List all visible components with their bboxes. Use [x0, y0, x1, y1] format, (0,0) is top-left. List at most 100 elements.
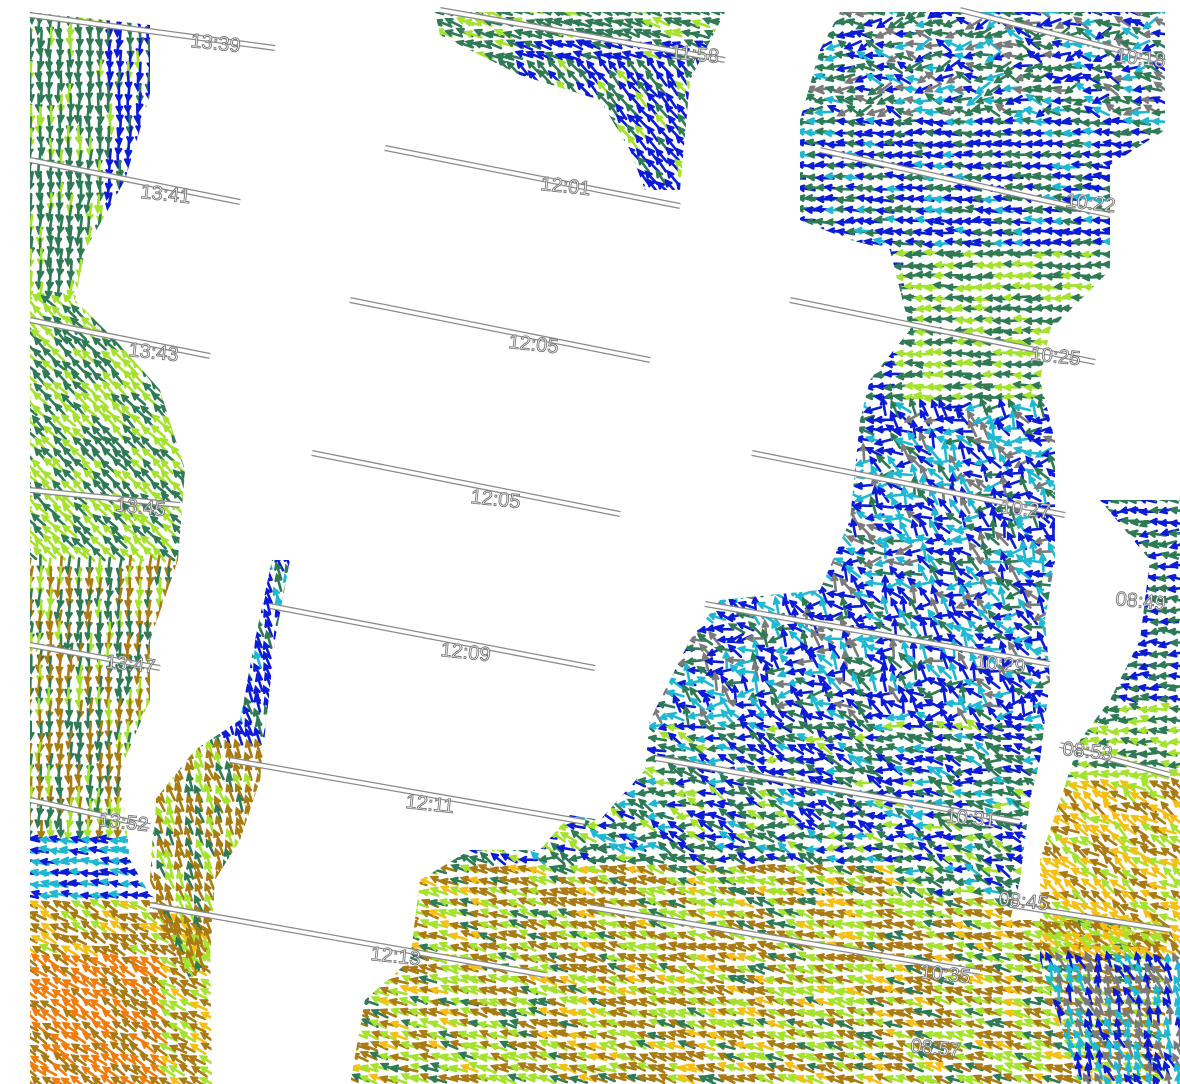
wind-arrow: [766, 30, 784, 41]
wind-arrow: [516, 114, 530, 130]
wind-arrow: [282, 806, 290, 825]
wind-arrow: [391, 17, 408, 30]
wind-arrow: [175, 566, 184, 587]
wind-arrow: [183, 114, 192, 135]
wind-arrow: [577, 134, 591, 151]
wind-arrow: [204, 83, 212, 104]
wind-arrow: [786, 15, 803, 29]
wind-arrow: [574, 115, 589, 130]
wind-arrow: [438, 205, 459, 214]
wind-arrow: [469, 205, 490, 214]
wind-arrow: [173, 588, 182, 609]
wind-arrow: [438, 61, 458, 71]
wind-arrow: [1140, 261, 1160, 269]
wind-arrow: [378, 30, 397, 40]
wind-arrow: [1121, 195, 1142, 203]
wind-arrow: [774, 74, 795, 83]
wind-arrow: [694, 261, 715, 270]
wind-arrow: [725, 129, 746, 137]
wind-arrow: [766, 129, 786, 137]
wind-arrow: [676, 251, 697, 259]
wind-arrow: [784, 84, 803, 95]
wind-arrow: [765, 194, 786, 203]
wind-arrow: [716, 19, 736, 28]
wind-arrow: [200, 304, 212, 318]
wind-arrow: [243, 574, 252, 594]
wind-arrow: [496, 181, 512, 190]
wind-arrow: [460, 50, 478, 61]
wind-arrow: [126, 837, 147, 845]
wind-arrow: [516, 216, 537, 224]
wind-arrow: [194, 236, 203, 257]
wind-arrow: [368, 217, 389, 226]
wind-arrow: [368, 249, 389, 258]
wind-arrow: [282, 969, 290, 980]
wind-arrow: [408, 161, 429, 169]
wind-arrow: [166, 660, 175, 681]
wind-arrow: [282, 629, 290, 649]
wind-arrow: [183, 699, 192, 720]
wind-arrow: [1130, 141, 1151, 149]
wind-arrow: [174, 606, 185, 625]
wind-arrow: [143, 753, 151, 774]
wind-arrow: [576, 217, 597, 226]
wind-arrow: [607, 173, 628, 182]
wind-arrow: [155, 628, 166, 647]
wind-arrow: [744, 140, 765, 148]
wind-arrow: [369, 18, 388, 28]
wind-arrow: [361, 30, 380, 40]
wind-arrow: [180, 491, 196, 506]
wind-arrow: [1100, 260, 1122, 269]
wind-arrow: [174, 61, 183, 82]
wind-arrow: [735, 240, 756, 249]
wind-arrow: [685, 94, 705, 104]
wind-arrow: [715, 124, 725, 141]
wind-arrow: [227, 544, 233, 559]
wind-arrow: [172, 315, 186, 332]
wind-arrow: [234, 560, 244, 561]
wind-arrow: [547, 136, 562, 153]
wind-arrow: [418, 40, 438, 50]
wind-arrow: [234, 838, 244, 857]
wind-arrow: [214, 814, 224, 835]
wind-arrow: [195, 573, 206, 592]
wind-arrow: [184, 125, 193, 146]
wind-arrow: [189, 460, 206, 474]
wind-arrow: [736, 63, 754, 74]
wind-arrow: [517, 204, 537, 213]
wind-arrow: [1150, 108, 1165, 117]
wind-arrow: [447, 184, 468, 193]
wind-arrow: [774, 217, 795, 226]
wind-arrow: [204, 158, 212, 179]
wind-arrow: [635, 205, 656, 214]
wind-arrow: [430, 40, 450, 50]
wind-arrow: [703, 180, 719, 190]
wind-arrow: [151, 325, 166, 342]
wind-arrow: [154, 247, 163, 267]
wind-arrow: [178, 393, 195, 407]
wind-arrow: [125, 764, 134, 784]
wind-arrow: [576, 207, 597, 216]
wind-arrow: [624, 168, 638, 185]
wind-arrow: [350, 183, 370, 192]
wind-arrow: [399, 173, 420, 182]
wind-arrow: [174, 138, 182, 159]
wind-arrow: [155, 621, 164, 642]
wind-arrow: [429, 226, 450, 235]
wind-arrow: [164, 737, 173, 757]
wind-arrow: [556, 217, 577, 226]
wind-arrow: [284, 891, 290, 911]
wind-arrow: [705, 134, 720, 151]
wind-arrow: [448, 71, 463, 87]
wind-arrow: [243, 606, 253, 626]
wind-arrow: [377, 138, 398, 147]
wind-arrow: [89, 535, 106, 549]
wind-arrow: [176, 705, 186, 725]
wind-arrow: [607, 135, 620, 152]
wind-arrow: [152, 292, 168, 307]
wind-arrow: [350, 185, 360, 193]
wind-arrow: [467, 127, 488, 136]
wind-arrow: [1101, 250, 1123, 259]
wind-arrow: [205, 716, 215, 735]
wind-arrow: [175, 677, 183, 698]
